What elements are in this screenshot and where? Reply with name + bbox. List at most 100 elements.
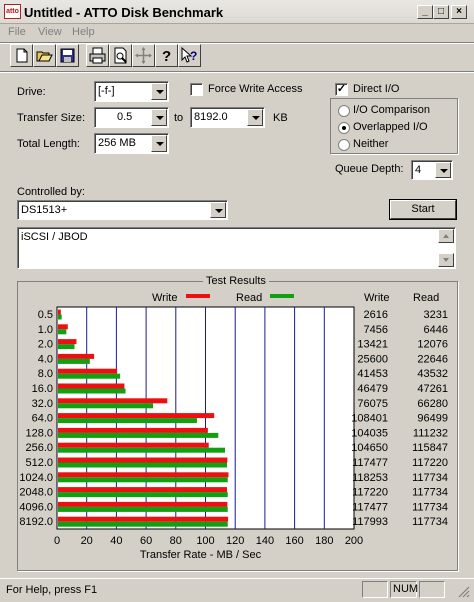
new-icon	[16, 48, 28, 63]
force-write-label[interactable]: Force Write Access	[208, 83, 303, 95]
x-tick-label: 140	[256, 535, 274, 547]
chevron-down-icon[interactable]	[247, 109, 263, 126]
transfer-from-select[interactable]: 0.5	[94, 107, 169, 128]
read-bar	[58, 418, 197, 424]
read-value: 43532	[417, 368, 448, 380]
save-button[interactable]	[56, 44, 79, 67]
read-bar	[58, 358, 90, 364]
read-value: 22646	[417, 353, 448, 365]
write-bar	[58, 309, 61, 315]
close-button[interactable]: ×	[451, 5, 467, 19]
write-value: 104035	[351, 427, 388, 439]
menu-help[interactable]: Help	[72, 26, 95, 38]
category-label: 4096.0	[19, 501, 53, 513]
radio-overlapped-label[interactable]: Overlapped I/O	[353, 121, 428, 133]
radio-overlapped-io[interactable]	[338, 122, 350, 134]
radio-neither-label[interactable]: Neither	[353, 138, 388, 150]
status-panel-num: NUM	[390, 581, 418, 598]
read-bar	[58, 521, 228, 527]
minimize-icon: _	[422, 6, 428, 17]
direct-io-label[interactable]: Direct I/O	[353, 83, 399, 95]
move-icon	[135, 47, 152, 64]
context-help-button[interactable]: ?	[178, 44, 201, 67]
chevron-down-icon[interactable]	[151, 135, 167, 152]
notes-textarea[interactable]: iSCSI / JBOD	[17, 227, 456, 269]
direct-io-checkbox[interactable]: ✓	[335, 83, 348, 96]
kb-label: KB	[273, 112, 288, 124]
write-bar	[58, 353, 95, 359]
drive-select[interactable]: [-f-]	[94, 81, 169, 102]
read-bar	[58, 388, 126, 394]
write-value: 117993	[352, 516, 388, 528]
read-value: 117734	[412, 472, 448, 484]
legend-read-swatch	[270, 294, 294, 298]
write-bar	[58, 383, 125, 389]
help-button[interactable]: ?	[155, 44, 178, 67]
scroll-up-button[interactable]	[438, 229, 454, 243]
read-bar	[58, 314, 62, 320]
menu-view[interactable]: View	[38, 26, 62, 38]
read-bar	[58, 462, 227, 468]
write-value: 41453	[357, 368, 388, 380]
write-value: 108401	[351, 413, 388, 425]
to-label: to	[174, 112, 184, 124]
category-label: 512.0	[25, 457, 53, 469]
open-icon	[36, 51, 53, 62]
write-bar	[58, 413, 215, 419]
radio-neither[interactable]	[338, 139, 350, 151]
scroll-down-button[interactable]	[438, 253, 454, 267]
read-bar	[58, 344, 75, 350]
category-label: 2.0	[38, 339, 53, 351]
queue-depth-label: Queue Depth:	[335, 163, 404, 175]
chevron-down-icon[interactable]	[210, 202, 226, 218]
read-value: 12076	[417, 339, 448, 351]
menu-file[interactable]: File	[8, 26, 26, 38]
read-bar	[58, 403, 154, 409]
chevron-down-icon[interactable]	[435, 162, 451, 178]
force-write-checkbox[interactable]	[190, 83, 203, 96]
print-button[interactable]	[86, 44, 109, 67]
transfer-size-label: Transfer Size:	[17, 112, 86, 124]
write-value: 117220	[352, 487, 388, 499]
read-value: 115847	[412, 442, 448, 454]
atto-app-icon[interactable]: atto	[4, 4, 21, 19]
category-label: 8192.0	[19, 516, 53, 528]
print-icon	[89, 47, 106, 64]
category-label: 256.0	[25, 442, 53, 454]
chevron-down-icon[interactable]	[151, 109, 167, 126]
minimize-button[interactable]: _	[417, 5, 433, 19]
total-length-select[interactable]: 256 MB	[94, 133, 169, 154]
open-button[interactable]	[33, 44, 56, 67]
x-tick-label: 60	[140, 535, 152, 547]
window-title: Untitled - ATTO Disk Benchmark	[24, 5, 224, 20]
new-button[interactable]	[10, 44, 33, 67]
category-label: 64.0	[32, 413, 53, 425]
queue-depth-value: 4	[415, 164, 422, 176]
drive-label: Drive:	[17, 86, 46, 98]
move-button[interactable]	[132, 44, 155, 67]
queue-depth-select[interactable]: 4	[411, 160, 453, 180]
x-tick-label: 180	[315, 535, 333, 547]
write-value: 104650	[351, 442, 388, 454]
radio-io-comparison[interactable]	[338, 105, 350, 117]
maximize-button[interactable]: □	[433, 5, 449, 19]
read-value: 117734	[412, 516, 448, 528]
transfer-to-select[interactable]: 8192.0	[190, 107, 265, 128]
title-bar[interactable]: atto Untitled - ATTO Disk Benchmark _ □ …	[0, 0, 474, 24]
svg-text:?: ?	[190, 49, 197, 63]
write-bar	[58, 442, 209, 448]
write-bar	[58, 501, 228, 507]
print-preview-button[interactable]	[109, 44, 132, 67]
resize-grip-icon[interactable]	[456, 584, 470, 598]
controlled-by-select[interactable]: DS1513+	[17, 200, 228, 220]
x-tick-label: 120	[226, 535, 244, 547]
write-bar	[58, 516, 229, 522]
x-tick-label: 0	[54, 535, 60, 547]
x-tick-label: 160	[285, 535, 303, 547]
start-button[interactable]: Start	[390, 200, 456, 219]
write-value: 7456	[364, 324, 388, 336]
radio-io-comparison-label[interactable]: I/O Comparison	[353, 104, 430, 116]
chevron-down-icon[interactable]	[151, 83, 167, 100]
category-label: 1.0	[38, 324, 53, 336]
status-panel-scrl	[419, 581, 445, 598]
